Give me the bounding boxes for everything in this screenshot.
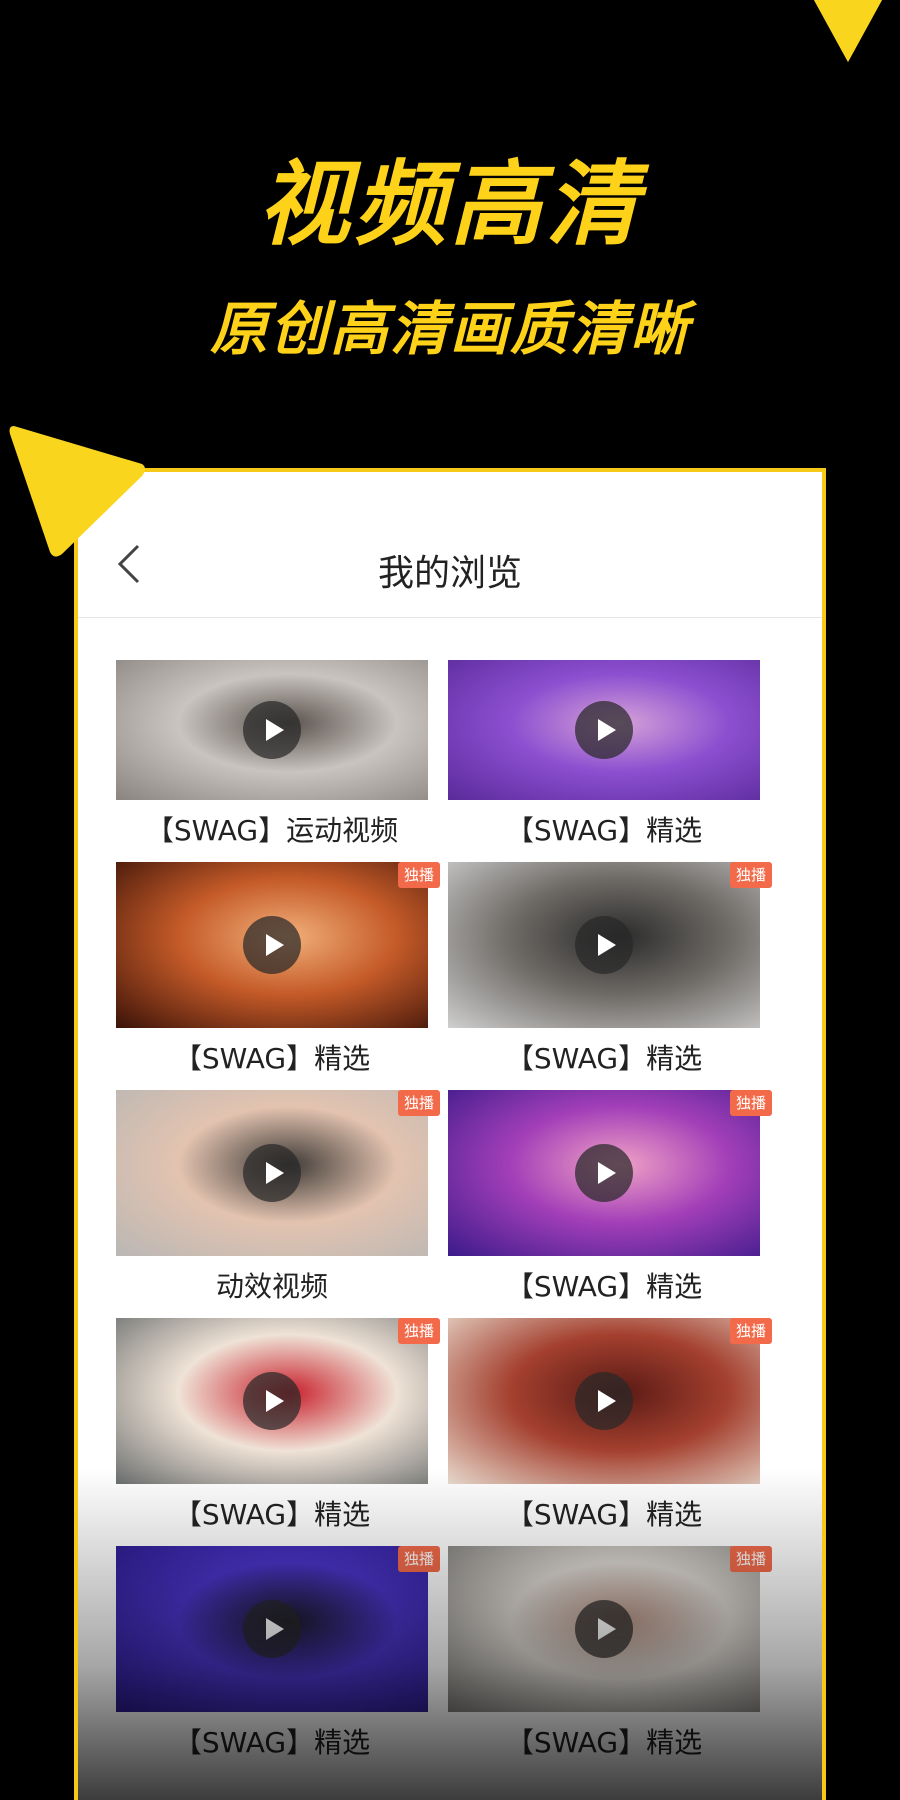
play-icon[interactable] — [243, 701, 301, 759]
exclusive-badge: 独播 — [729, 1090, 772, 1116]
video-thumbnail[interactable] — [116, 660, 428, 800]
video-grid: 【SWAG】运动视频 【SWAG】精选 独播 【SWAG】精选 独播 【SWAG】精选 独播… — [116, 660, 780, 1774]
video-caption: 【SWAG】精选 — [505, 1498, 703, 1531]
video-caption: 【SWAG】精选 — [173, 1498, 371, 1531]
thumbnail-wrapper: 独播 — [448, 1090, 772, 1256]
video-caption: 【SWAG】精选 — [173, 1042, 371, 1075]
thumbnail-wrapper — [448, 660, 760, 800]
video-card[interactable]: 独播【SWAG】精选 — [116, 1546, 440, 1774]
video-caption: 动效视频 — [215, 1270, 328, 1303]
corner-triangle-decoration — [814, 0, 882, 62]
play-icon[interactable] — [575, 701, 633, 759]
video-card[interactable]: 独播【SWAG】精选 — [448, 1546, 772, 1774]
video-card[interactable]: 【SWAG】运动视频 — [116, 660, 428, 862]
video-thumbnail[interactable] — [448, 1318, 760, 1484]
nav-bar: 我的浏览 — [78, 472, 822, 618]
play-icon[interactable] — [243, 1600, 301, 1658]
video-thumbnail[interactable] — [116, 862, 428, 1028]
video-thumbnail[interactable] — [448, 862, 760, 1028]
play-icon[interactable] — [243, 916, 301, 974]
video-thumbnail[interactable] — [116, 1090, 428, 1256]
thumbnail-wrapper: 独播 — [116, 1318, 440, 1484]
phone-screen: 我的浏览 【SWAG】运动视频 【SWAG】精选 独播 【SWAG】精选 独播 【SWAG… — [74, 468, 826, 1800]
play-icon[interactable] — [243, 1372, 301, 1430]
video-card[interactable]: 独播【SWAG】精选 — [116, 862, 440, 1090]
thumbnail-wrapper: 独播 — [116, 1090, 440, 1256]
promo-headline: 视频高清 — [257, 151, 642, 258]
video-thumbnail[interactable] — [116, 1546, 428, 1712]
exclusive-badge: 独播 — [729, 1318, 772, 1344]
video-thumbnail[interactable] — [116, 1318, 428, 1484]
thumbnail-wrapper — [116, 660, 428, 800]
video-card[interactable]: 独播【SWAG】精选 — [448, 1318, 772, 1546]
promo-subline: 原创高清画质清晰 — [209, 295, 690, 363]
exclusive-badge: 独播 — [729, 1546, 772, 1572]
play-icon[interactable] — [575, 1372, 633, 1430]
thumbnail-wrapper: 独播 — [116, 862, 440, 1028]
play-icon[interactable] — [575, 1600, 633, 1658]
video-card[interactable]: 独播【SWAG】精选 — [116, 1318, 440, 1546]
exclusive-badge: 独播 — [397, 1090, 440, 1116]
exclusive-badge: 独播 — [397, 1546, 440, 1572]
video-caption: 【SWAG】精选 — [173, 1726, 371, 1759]
video-card[interactable]: 独播动效视频 — [116, 1090, 440, 1318]
video-thumbnail[interactable] — [448, 660, 760, 800]
video-thumbnail[interactable] — [448, 1090, 760, 1256]
video-caption: 【SWAG】精选 — [505, 1726, 703, 1759]
video-caption: 【SWAG】精选 — [505, 1042, 703, 1075]
video-caption: 【SWAG】精选 — [505, 1270, 703, 1303]
play-icon[interactable] — [243, 1144, 301, 1202]
thumbnail-wrapper: 独播 — [448, 1318, 772, 1484]
video-caption: 【SWAG】运动视频 — [145, 814, 399, 847]
thumbnail-wrapper: 独播 — [448, 862, 772, 1028]
video-caption: 【SWAG】精选 — [505, 814, 703, 847]
video-thumbnail[interactable] — [448, 1546, 760, 1712]
thumbnail-wrapper: 独播 — [448, 1546, 772, 1712]
exclusive-badge: 独播 — [729, 862, 772, 888]
exclusive-badge: 独播 — [397, 862, 440, 888]
play-icon[interactable] — [575, 1144, 633, 1202]
big-triangle-decoration — [9, 426, 145, 557]
page-title: 我的浏览 — [377, 553, 522, 594]
video-card[interactable]: 独播【SWAG】精选 — [448, 862, 772, 1090]
play-icon[interactable] — [575, 916, 633, 974]
video-card[interactable]: 【SWAG】精选 — [448, 660, 760, 862]
exclusive-badge: 独播 — [397, 1318, 440, 1344]
video-card[interactable]: 独播【SWAG】精选 — [448, 1090, 772, 1318]
thumbnail-wrapper: 独播 — [116, 1546, 440, 1712]
